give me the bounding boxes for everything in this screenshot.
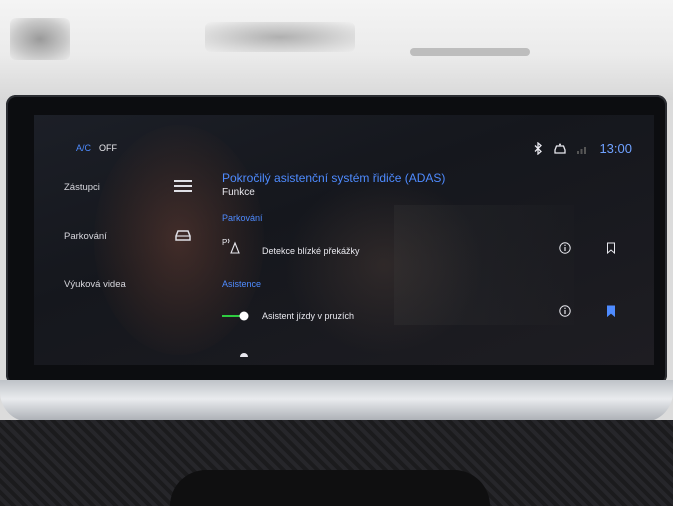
air-vent xyxy=(170,470,490,506)
shortcut-parkovani[interactable]: Parkování xyxy=(64,231,107,242)
page-title: Pokročilý asistenční systém řidiče (ADAS… xyxy=(222,171,446,185)
svg-text:P: P xyxy=(222,238,227,247)
car-icon[interactable] xyxy=(174,228,192,242)
adas-settings-panel: Pokročilý asistenční systém řidiče (ADAS… xyxy=(222,115,654,365)
hamburger-menu-icon[interactable] xyxy=(174,177,192,192)
scroll-indicator xyxy=(240,353,248,357)
section-label-asistence: Asistence xyxy=(222,279,262,289)
shortcut-vyukova-videa[interactable]: Výuková videa xyxy=(64,279,126,290)
shortcut-zastupci[interactable]: Zástupci xyxy=(64,182,100,193)
ac-state: OFF xyxy=(99,143,118,153)
shortcut-panel: A/C OFF Zástupci Parkování Výuková videa xyxy=(34,115,164,365)
infotainment-screen: A/C OFF Zástupci Parkování Výuková videa… xyxy=(34,115,654,365)
parking-sensor-icon: P xyxy=(222,238,240,254)
chrome-trim xyxy=(0,380,673,422)
bookmark-filled-icon[interactable] xyxy=(606,305,616,317)
ac-label: A/C xyxy=(76,143,92,153)
background-blur xyxy=(410,48,530,56)
climate-ac-toggle[interactable]: A/C OFF xyxy=(76,143,117,153)
page-subtitle: Funkce xyxy=(222,187,255,198)
background-blur xyxy=(10,18,70,60)
info-icon[interactable] xyxy=(559,242,571,254)
row-label-detekce[interactable]: Detekce blízké překážky xyxy=(262,246,360,256)
bookmark-icon[interactable] xyxy=(606,242,616,254)
lane-assist-toggle[interactable] xyxy=(222,311,252,321)
row-label-asistent[interactable]: Asistent jízdy v pruzích xyxy=(262,311,354,321)
section-label-parkovani: Parkování xyxy=(222,213,263,223)
background-blur xyxy=(205,22,355,52)
info-icon[interactable] xyxy=(559,305,571,317)
